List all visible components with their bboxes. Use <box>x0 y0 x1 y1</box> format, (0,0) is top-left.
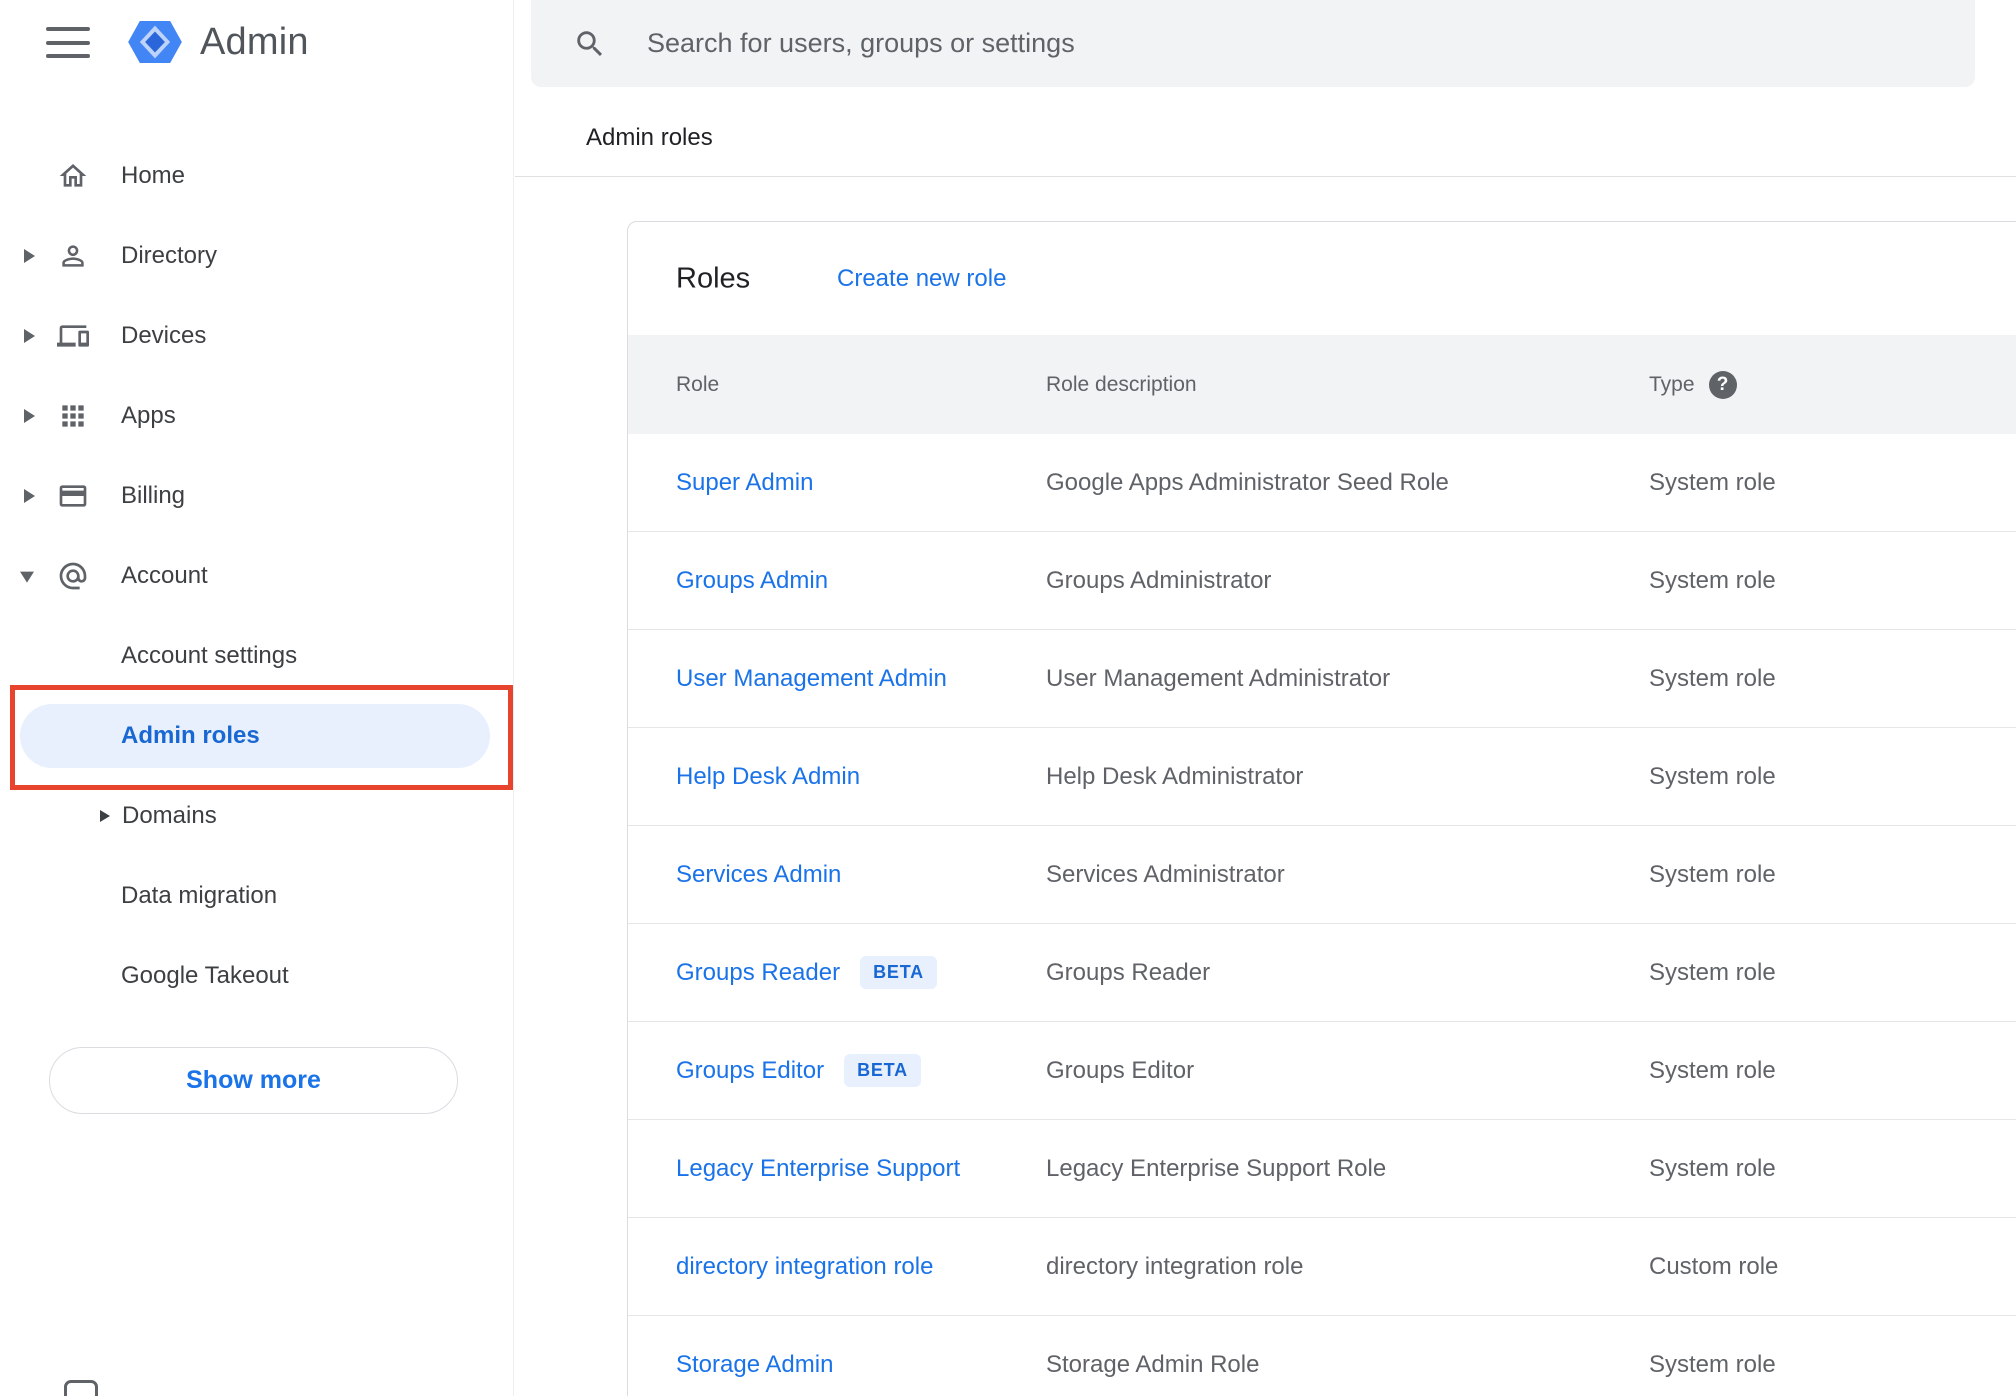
role-type: System role <box>1649 664 1776 692</box>
column-header-description: Role description <box>1046 372 1197 396</box>
sidebar-item-apps[interactable]: Apps <box>0 376 513 456</box>
search-input[interactable] <box>647 28 1975 59</box>
sidebar-item-devices[interactable]: Devices <box>0 296 513 376</box>
table-row: Legacy Enterprise Support Legacy Enterpr… <box>628 1120 2016 1218</box>
chevron-right-icon <box>100 810 110 822</box>
sidebar-item-account[interactable]: Account <box>0 536 513 616</box>
admin-hexagon-icon <box>128 21 182 63</box>
role-type: System role <box>1649 566 1776 594</box>
menu-icon[interactable] <box>46 27 90 58</box>
sidebar-item-label: Account settings <box>121 642 298 669</box>
sidebar-item-label: Apps <box>121 402 176 429</box>
column-header-role: Role <box>676 372 720 396</box>
role-description: User Management Administrator <box>1046 664 1391 692</box>
search-bar <box>531 0 1975 87</box>
app-logo-text: Admin <box>200 20 309 63</box>
role-link[interactable]: directory integration role <box>676 1253 933 1281</box>
sidebar-item-label: Devices <box>121 322 207 349</box>
at-sign-icon <box>57 560 89 592</box>
role-description: Groups Reader <box>1046 958 1211 986</box>
role-link[interactable]: Legacy Enterprise Support <box>676 1155 960 1183</box>
sidebar-item-label: Google Takeout <box>121 962 289 989</box>
sidebar-item-billing[interactable]: Billing <box>0 456 513 536</box>
role-description: Storage Admin Role <box>1046 1350 1260 1378</box>
apps-grid-icon <box>57 400 89 432</box>
sidebar-item-label: Domains <box>122 802 217 829</box>
chevron-right-icon <box>24 329 35 343</box>
table-row: Groups Admin Groups Administrator System… <box>628 532 2016 630</box>
sidebar-header: Admin <box>0 0 513 88</box>
sidebar-item-label: Billing <box>121 482 186 509</box>
sidebar: Admin Home Directory Devices Apps Billin… <box>0 0 514 1396</box>
sidebar-item-label: Home <box>121 162 186 189</box>
home-icon <box>57 160 89 192</box>
table-row: Help Desk Admin Help Desk Administrator … <box>628 728 2016 826</box>
create-new-role-link[interactable]: Create new role <box>837 265 1006 293</box>
billing-card-icon <box>57 480 89 512</box>
role-link[interactable]: Help Desk Admin <box>676 763 860 791</box>
beta-badge: BETA <box>860 956 937 989</box>
role-link[interactable]: User Management Admin <box>676 665 947 693</box>
help-icon[interactable]: ? <box>1708 370 1737 399</box>
role-type: System role <box>1649 1350 1776 1378</box>
beta-badge: BETA <box>844 1054 921 1087</box>
table-row: Groups Editor BETA Groups Editor System … <box>628 1022 2016 1120</box>
role-type: System role <box>1649 762 1776 790</box>
role-description: Legacy Enterprise Support Role <box>1046 1154 1387 1182</box>
roles-card: Roles Create new role Role Role descript… <box>627 221 2016 1396</box>
table-row: Groups Reader BETA Groups Reader System … <box>628 924 2016 1022</box>
role-description: Groups Administrator <box>1046 566 1272 594</box>
show-more-button[interactable]: Show more <box>49 1047 458 1114</box>
sidebar-item-label: Account <box>121 562 208 589</box>
table-row: Storage Admin Storage Admin Role System … <box>628 1316 2016 1396</box>
sidebar-item-google-takeout[interactable]: Google Takeout <box>0 936 513 1016</box>
table-row: Super Admin Google Apps Administrator Se… <box>628 434 2016 532</box>
header-divider <box>515 176 2016 177</box>
sidebar-item-directory[interactable]: Directory <box>0 216 513 296</box>
table-header-row: Role Role description Type ? <box>628 335 2016 434</box>
role-description: directory integration role <box>1046 1252 1304 1280</box>
column-header-type: Type <box>1649 372 1695 396</box>
sidebar-item-label: Data migration <box>121 882 278 909</box>
search-icon <box>573 27 607 61</box>
table-row: User Management Admin User Management Ad… <box>628 630 2016 728</box>
app-logo: Admin <box>127 14 309 70</box>
roles-card-header: Roles Create new role <box>628 222 2016 335</box>
table-row: directory integration role directory int… <box>628 1218 2016 1316</box>
role-type: Custom role <box>1649 1252 1779 1280</box>
role-description: Services Administrator <box>1046 860 1285 888</box>
sidebar-nav: Home Directory Devices Apps Billing Acco… <box>0 136 513 1016</box>
role-link[interactable]: Groups Editor <box>676 1057 824 1085</box>
role-link[interactable]: Storage Admin <box>676 1351 833 1379</box>
roles-title: Roles <box>676 262 751 294</box>
role-description: Google Apps Administrator Seed Role <box>1046 468 1449 496</box>
chevron-right-icon <box>24 249 35 263</box>
sidebar-item-home[interactable]: Home <box>0 136 513 216</box>
sidebar-item-data-migration[interactable]: Data migration <box>0 856 513 936</box>
role-description: Help Desk Administrator <box>1046 762 1304 790</box>
chevron-down-icon <box>20 571 34 583</box>
role-link[interactable]: Super Admin <box>676 469 813 497</box>
chevron-right-icon <box>24 409 35 423</box>
role-link[interactable]: Services Admin <box>676 861 841 889</box>
role-type: System role <box>1649 1154 1776 1182</box>
table-row: Services Admin Services Administrator Sy… <box>628 826 2016 924</box>
role-type: System role <box>1649 958 1776 986</box>
sidebar-item-label: Admin roles <box>121 722 260 749</box>
role-link[interactable]: Groups Reader <box>676 959 840 987</box>
devices-icon <box>57 320 89 352</box>
role-type: System role <box>1649 468 1776 496</box>
person-icon <box>57 240 89 272</box>
role-type: System role <box>1649 1056 1776 1084</box>
role-type: System role <box>1649 860 1776 888</box>
sidebar-item-admin-roles[interactable]: Admin roles <box>0 696 513 776</box>
sidebar-item-label: Directory <box>121 242 218 269</box>
bottom-cutoff-icon <box>64 1380 98 1396</box>
role-description: Groups Editor <box>1046 1056 1195 1084</box>
breadcrumb: Admin roles <box>586 124 713 151</box>
sidebar-item-domains[interactable]: Domains <box>0 776 513 856</box>
chevron-right-icon <box>24 489 35 503</box>
role-link[interactable]: Groups Admin <box>676 567 828 595</box>
sidebar-item-account-settings[interactable]: Account settings <box>0 616 513 696</box>
